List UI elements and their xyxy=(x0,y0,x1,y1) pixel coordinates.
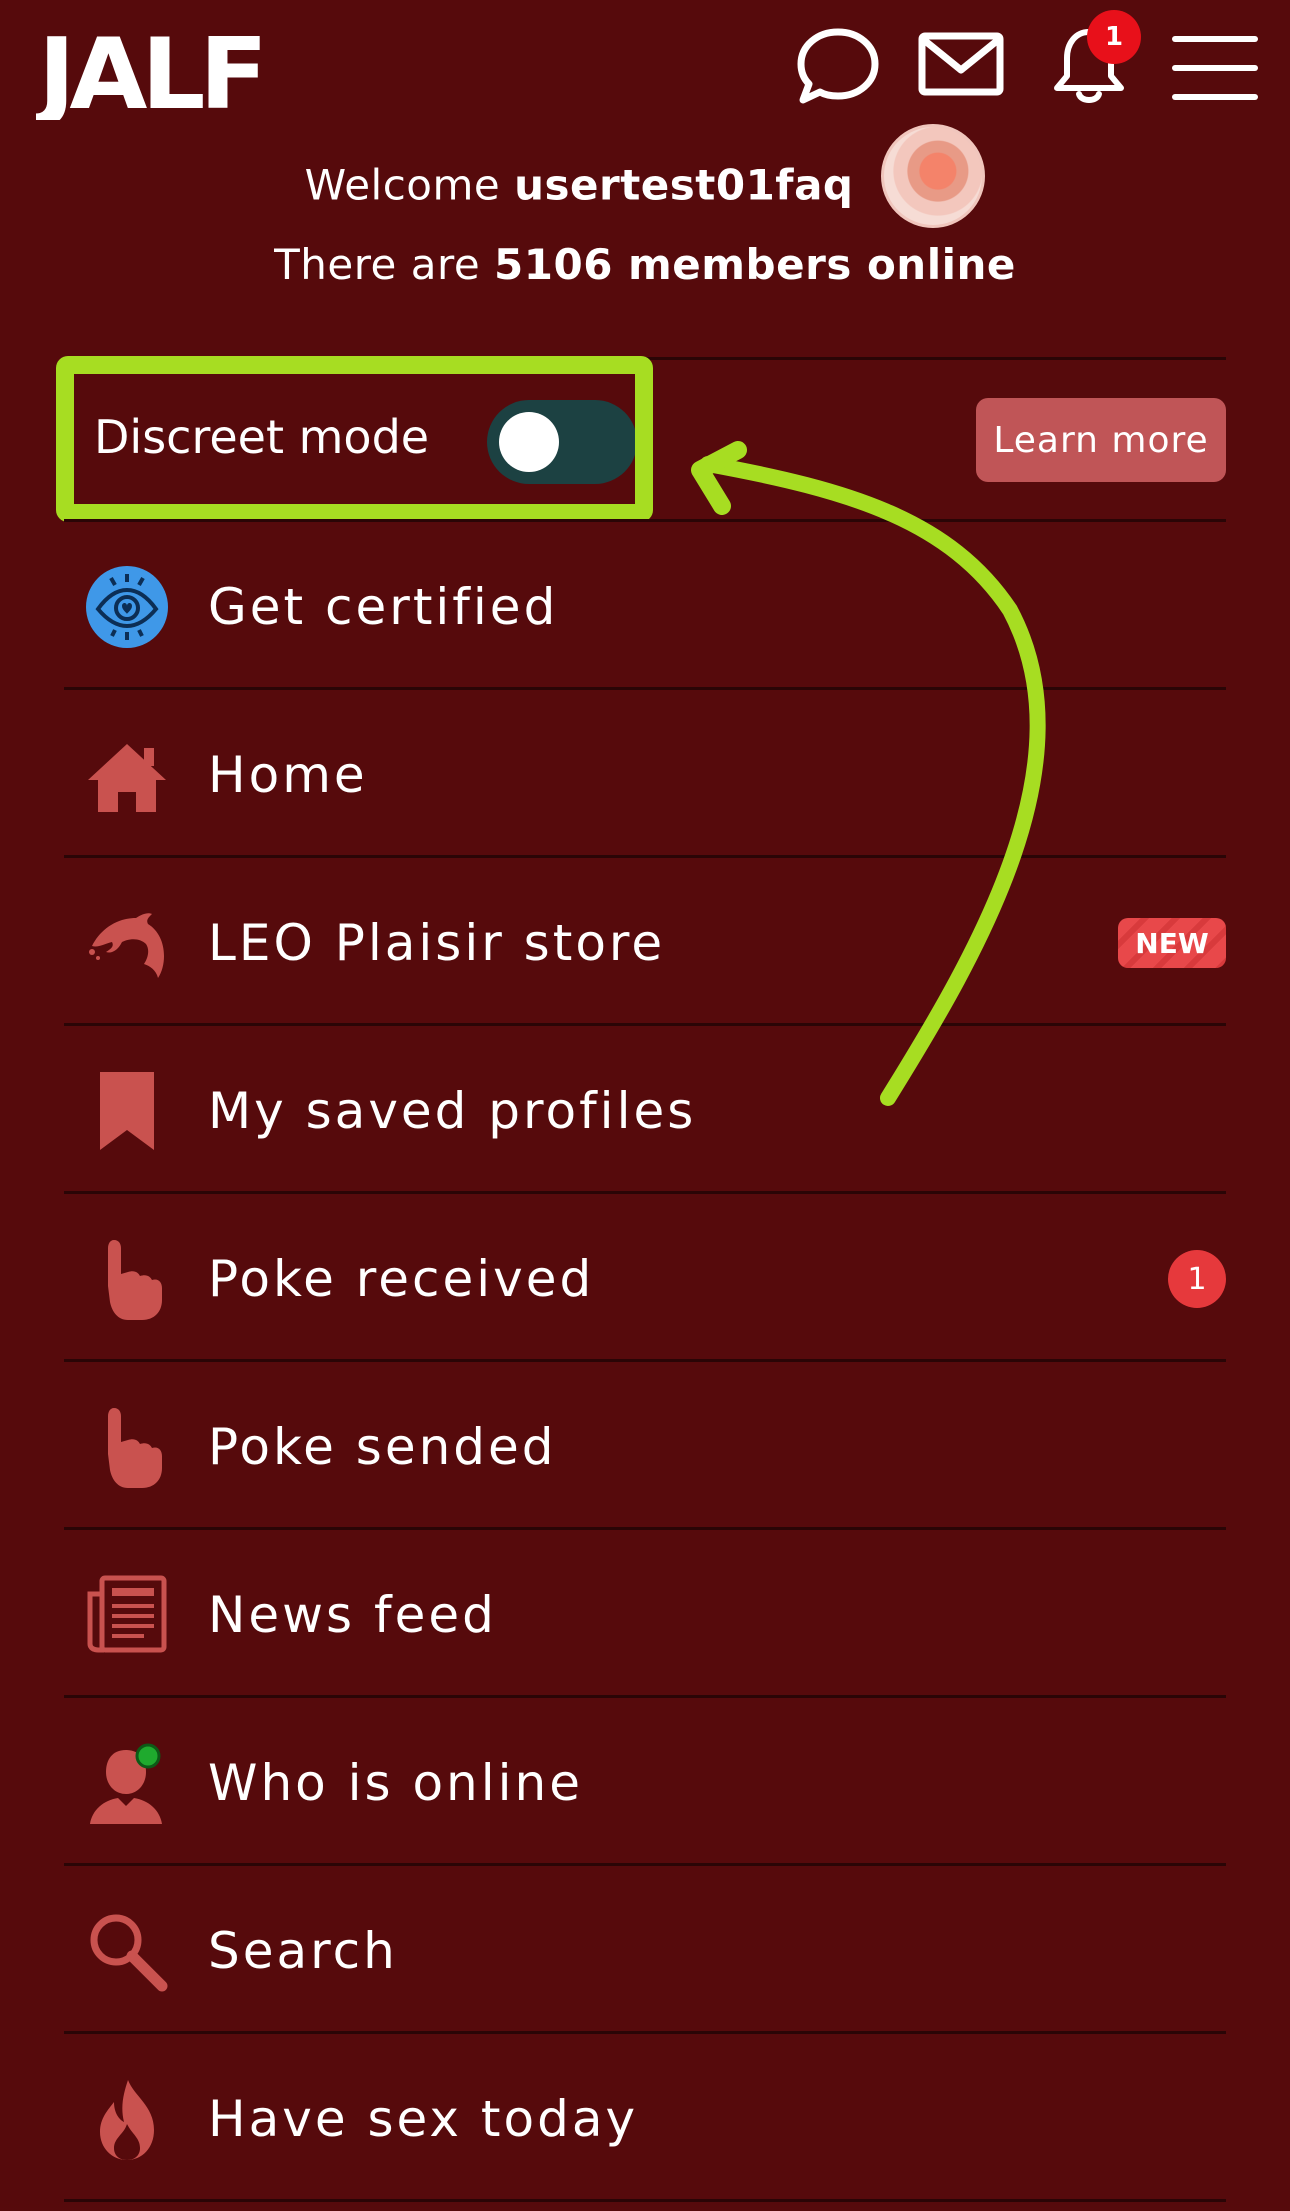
divider xyxy=(64,1527,1226,1530)
menu-label: Get certified xyxy=(208,578,559,636)
new-badge: NEW xyxy=(1118,918,1226,968)
menu-item-get-certified[interactable]: Get certified xyxy=(64,524,1226,690)
app-logo[interactable]: JALF xyxy=(36,28,266,120)
menu-item-news-feed[interactable]: News feed xyxy=(64,1532,1226,1698)
divider xyxy=(64,1191,1226,1194)
divider xyxy=(64,1023,1226,1026)
pointing-hand-icon xyxy=(108,1408,162,1488)
divider xyxy=(64,2031,1226,2034)
poke-count-badge: 1 xyxy=(1168,1250,1226,1308)
dolphin-icon xyxy=(89,913,164,978)
menu-item-poke-received[interactable]: Poke received 1 xyxy=(64,1196,1226,1362)
menu-item-my-saved-profiles[interactable]: My saved profiles xyxy=(64,1028,1226,1194)
menu-label: Home xyxy=(208,746,368,804)
chat-icon[interactable] xyxy=(793,26,883,106)
online-user-icon xyxy=(90,1743,162,1824)
menu-label: Poke received xyxy=(208,1250,595,1308)
bookmark-icon xyxy=(100,1072,154,1150)
online-count: 5106 members online xyxy=(494,240,1016,289)
online-prefix: There are xyxy=(274,240,481,289)
divider xyxy=(64,1359,1226,1362)
divider xyxy=(64,855,1226,858)
flame-icon xyxy=(100,2080,154,2160)
menu-item-poke-sended[interactable]: Poke sended xyxy=(64,1364,1226,1530)
menu-label: Who is online xyxy=(208,1754,583,1812)
menu-label: Search xyxy=(208,1922,398,1980)
members-online-line: There are 5106 members online xyxy=(0,240,1290,289)
top-bar: JALF 1 xyxy=(0,0,1290,130)
mail-icon[interactable] xyxy=(918,32,1004,96)
welcome-prefix: Welcome xyxy=(304,160,501,210)
annotation-highlight-box xyxy=(56,356,653,522)
menu-label: My saved profiles xyxy=(208,1082,697,1140)
menu-label: Have sex today xyxy=(208,2090,639,2148)
learn-more-button[interactable]: Learn more xyxy=(976,398,1226,482)
divider xyxy=(64,687,1226,690)
divider xyxy=(64,1695,1226,1698)
logo-text: JALF xyxy=(36,28,262,120)
divider xyxy=(64,1863,1226,1866)
menu-item-have-sex-today[interactable]: Have sex today xyxy=(64,2036,1226,2202)
divider xyxy=(64,519,1226,522)
welcome-line: Welcome usertest01faq xyxy=(0,124,1290,228)
avatar[interactable] xyxy=(881,124,986,228)
home-icon xyxy=(88,744,166,812)
menu-item-who-is-online[interactable]: Who is online xyxy=(64,1700,1226,1866)
menu-label: LEO Plaisir store xyxy=(208,914,666,972)
certified-eye-icon xyxy=(86,566,168,648)
notification-badge: 1 xyxy=(1087,10,1141,64)
divider xyxy=(64,2199,1226,2202)
username[interactable]: usertest01faq xyxy=(514,161,853,210)
menu-label: News feed xyxy=(208,1586,497,1644)
menu-item-search[interactable]: Search xyxy=(64,1868,1226,2034)
menu-item-home[interactable]: Home xyxy=(64,692,1226,858)
menu-item-leo-plaisir-store[interactable]: LEO Plaisir store NEW xyxy=(64,860,1226,1026)
newspaper-icon xyxy=(87,1575,167,1653)
search-icon xyxy=(90,1914,168,1992)
hamburger-menu-icon[interactable] xyxy=(1172,36,1258,100)
pointing-hand-icon xyxy=(108,1240,162,1320)
menu-label: Poke sended xyxy=(208,1418,557,1476)
